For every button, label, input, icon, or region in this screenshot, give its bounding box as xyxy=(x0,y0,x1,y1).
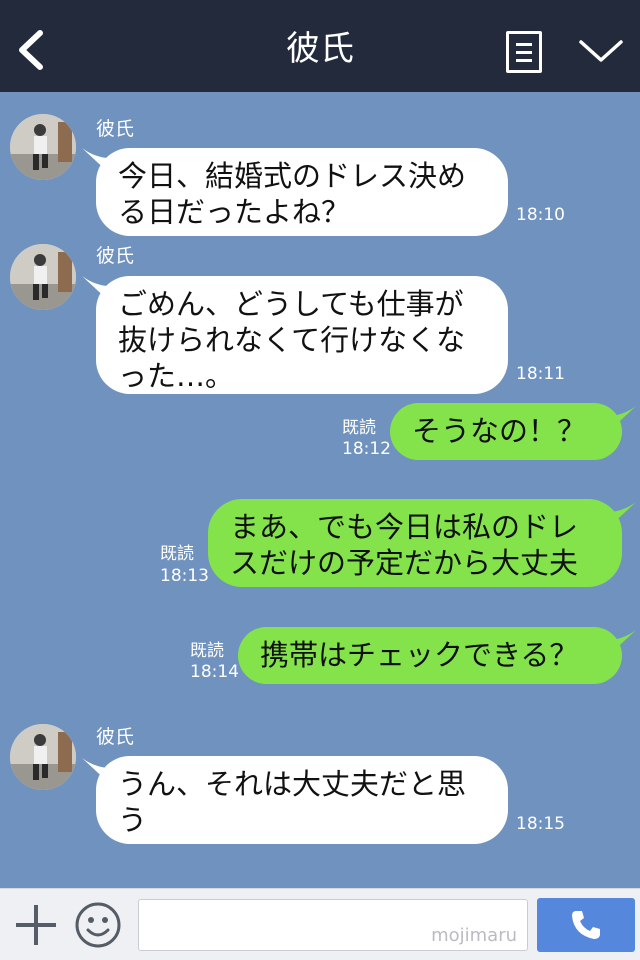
message-input[interactable]: mojimaru xyxy=(138,899,528,951)
message-bubble[interactable]: ごめん、どうしても仕事が 抜けられなくて行けなくな った…。 xyxy=(96,276,508,394)
plus-icon[interactable] xyxy=(14,903,58,947)
chat-area[interactable]: 彼氏 今日、結婚式のドレス決め る日だったよね？ 18:10 彼氏 ごめん、どう… xyxy=(0,92,640,888)
message-time: 18:10 xyxy=(516,205,565,225)
input-bar: mojimaru xyxy=(0,888,640,960)
sender-name: 彼氏 xyxy=(96,726,135,748)
chat-title: 彼氏 xyxy=(286,29,354,69)
smile-icon[interactable] xyxy=(74,901,122,949)
message-bubble[interactable]: うん、それは大丈夫だと思 う xyxy=(96,756,508,844)
sender-name: 彼氏 xyxy=(96,245,135,267)
message-time: 18:11 xyxy=(516,364,565,384)
read-receipt: 既読 xyxy=(190,641,224,661)
avatar[interactable] xyxy=(10,244,76,310)
read-receipt: 既読 xyxy=(160,544,194,564)
chevron-down-icon[interactable] xyxy=(578,36,624,66)
message-time: 18:13 xyxy=(160,566,209,586)
note-icon[interactable] xyxy=(506,31,542,73)
message-bubble[interactable]: 今日、結婚式のドレス決め る日だったよね？ xyxy=(96,148,508,236)
message-time: 18:12 xyxy=(342,439,391,459)
message-bubble[interactable]: まあ、でも今日は私のドレ スだけの予定だから大丈夫 xyxy=(208,499,622,587)
phone-icon xyxy=(572,911,600,939)
call-button[interactable] xyxy=(537,898,635,952)
avatar[interactable] xyxy=(10,114,76,180)
sender-name: 彼氏 xyxy=(96,118,135,140)
message-time: 18:14 xyxy=(190,662,239,682)
watermark: mojimaru xyxy=(431,925,517,946)
message-bubble[interactable]: 携帯はチェックできる？ xyxy=(238,627,622,684)
avatar[interactable] xyxy=(10,724,76,790)
message-time: 18:15 xyxy=(516,814,565,834)
chat-header: 彼氏 xyxy=(0,0,640,92)
read-receipt: 既読 xyxy=(342,418,376,438)
message-bubble[interactable]: そうなの！？ xyxy=(390,403,622,460)
